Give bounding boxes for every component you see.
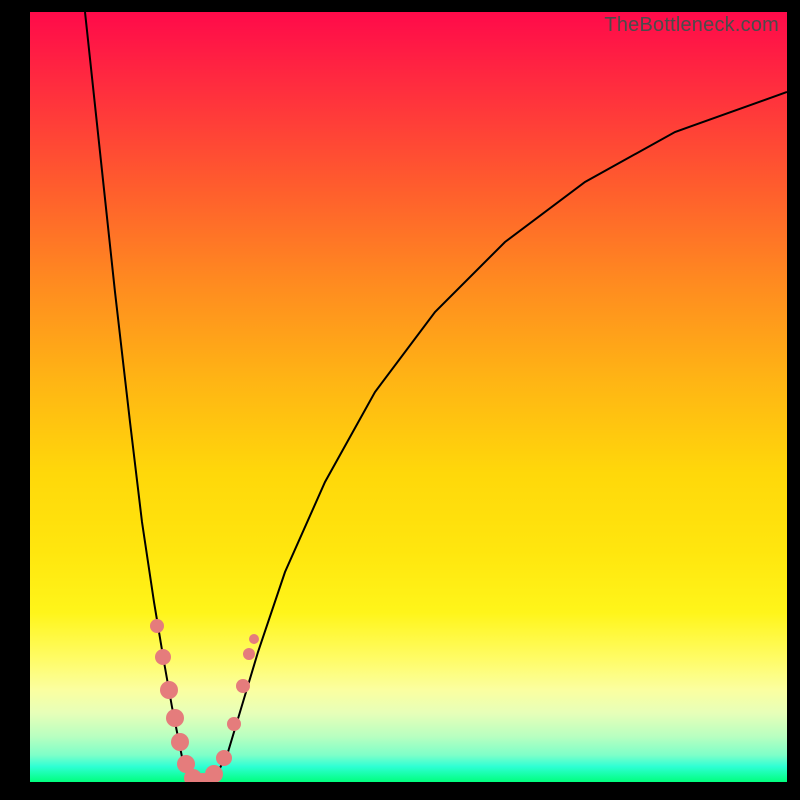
- watermark-text: TheBottleneck.com: [604, 14, 779, 37]
- curve-path: [85, 12, 787, 782]
- data-point-dot: [155, 649, 171, 665]
- data-point-dot: [166, 709, 184, 727]
- plot-area: TheBottleneck.com: [30, 12, 787, 782]
- chart-frame: TheBottleneck.com: [0, 0, 800, 800]
- data-point-dot: [216, 750, 232, 766]
- data-point-dot: [249, 634, 259, 644]
- data-point-dot: [160, 681, 178, 699]
- data-point-dot: [236, 679, 250, 693]
- data-point-dot: [150, 619, 164, 633]
- bottleneck-curve: [30, 12, 787, 782]
- data-point-dot: [243, 648, 255, 660]
- data-point-dot: [171, 733, 189, 751]
- data-point-dot: [227, 717, 241, 731]
